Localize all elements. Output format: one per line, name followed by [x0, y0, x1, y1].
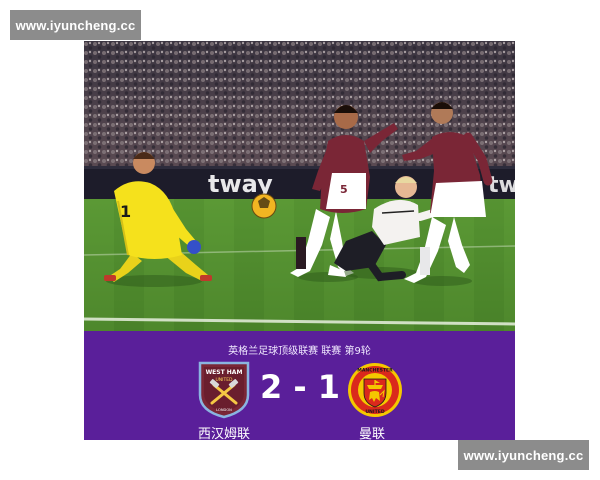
svg-text:UNITED: UNITED: [365, 409, 385, 415]
match-card: tway tw 1 5 英格兰足球顶级联赛 联赛 第9轮 WEST HAM UN…: [84, 41, 515, 440]
svg-text:UNITED: UNITED: [215, 377, 233, 383]
match-photo-illustration: tway tw 1 5: [84, 41, 515, 331]
score-banner: 英格兰足球顶级联赛 联赛 第9轮 WEST HAM UNITED LONDON …: [84, 331, 515, 440]
player-number: 5: [340, 183, 348, 196]
away-team-name: 曼联: [358, 427, 385, 440]
manchester-united-crest-icon: MANCHESTER UNITED: [346, 361, 402, 419]
svg-text:MANCHESTER: MANCHESTER: [357, 368, 393, 374]
football: [251, 193, 277, 219]
home-team-name: 西汉姆联: [197, 427, 250, 440]
competition-label: 英格兰足球顶级联赛 联赛 第9轮: [228, 346, 371, 357]
svg-text:WEST HAM: WEST HAM: [206, 369, 243, 376]
watermark-bottom: www.iyuncheng.cc: [458, 440, 589, 470]
svg-text:LONDON: LONDON: [216, 408, 232, 412]
goalkeeper-glove: [187, 240, 201, 254]
watermark-top: www.iyuncheng.cc: [10, 10, 141, 40]
west-ham-crest-icon: WEST HAM UNITED LONDON: [198, 361, 250, 419]
match-photo: tway tw 1 5: [84, 41, 515, 331]
goalkeeper-number: 1: [120, 202, 131, 221]
ad-board-right-text: tw: [488, 173, 515, 198]
match-score: 2 - 1: [259, 368, 341, 406]
